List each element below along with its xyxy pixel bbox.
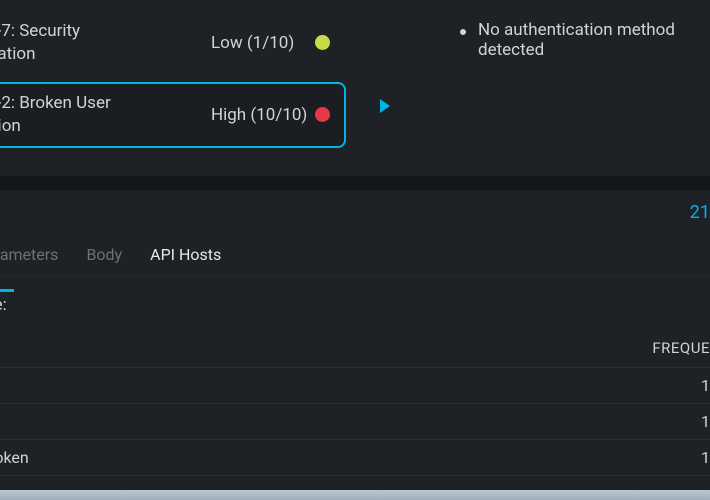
tab-parameters[interactable]: Parameters [0,245,58,264]
headers-table: FREQUE 1ent1n-token1 [0,329,710,476]
risk-panel: I-7: Security rationLow (1/10)I-2: Broke… [0,0,710,168]
cell-frequency: 1 [327,439,710,475]
cell-frequency: 1 [327,403,710,439]
risk-severity: High (10/10) [211,105,311,125]
tab-body[interactable]: Body [86,245,122,264]
severity-dot-icon [315,35,330,50]
risk-arrow [376,10,390,148]
col-header-frequency: FREQUE [327,329,710,368]
tabs: Parameters Body API Hosts [0,223,710,277]
table-row: n-token1 [0,439,710,475]
risk-row-i2[interactable]: I-2: Broken User tionHigh (10/10) [0,82,346,148]
severity-dot-icon [315,107,330,122]
chevron-right-icon [380,99,390,113]
active-tab-underline [0,289,14,292]
bullet-icon [460,29,466,35]
cell-frequency: 1 [327,367,710,403]
cell-name: n-token [0,439,327,475]
tab-api-hosts[interactable]: API Hosts [150,245,221,264]
footer-strip [0,490,710,500]
risk-title: I-7: Security ration [0,20,211,66]
section-divider [0,176,710,190]
col-header-name [0,329,327,368]
risk-row-i7[interactable]: I-7: Security rationLow (1/10) [0,10,346,76]
risks-list: I-7: Security rationLow (1/10)I-2: Broke… [0,10,346,148]
cell-name: ent [0,403,327,439]
table-row: 1 [0,367,710,403]
result-count: 21 [690,202,710,223]
detail-item: No authentication method detected [460,20,690,60]
cell-name [0,367,327,403]
table-row: ent1 [0,403,710,439]
risk-title: I-2: Broken User tion [0,92,211,138]
risk-severity: Low (1/10) [211,33,311,53]
risk-detail: No authentication method detected [420,10,710,148]
count-bar: 21 [0,190,710,223]
section-label: ype: [0,277,710,329]
detail-text: No authentication method detected [478,20,690,60]
